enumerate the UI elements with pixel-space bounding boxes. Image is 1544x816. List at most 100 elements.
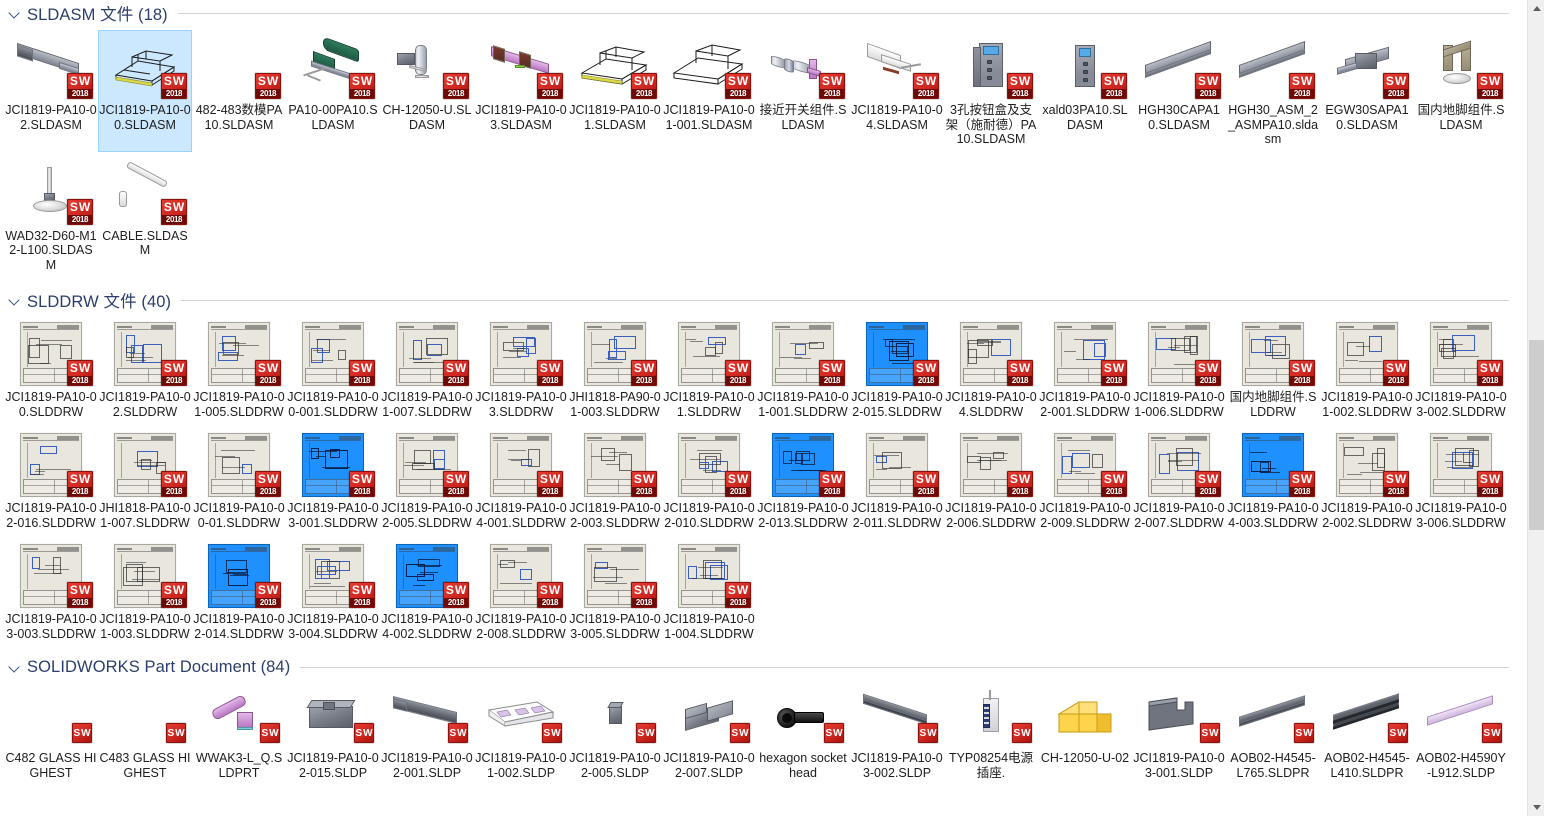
file-tile[interactable]: S W 2018 国内地脚组件.SLDASM (1414, 30, 1508, 152)
file-tile[interactable]: SW C483 GLASS HIGHEST (98, 684, 192, 785)
file-tile[interactable]: S W 2018 国内地脚组件.SLDDRW (1226, 317, 1320, 424)
file-tile[interactable]: S W 2018 CABLE.SLDASM (98, 156, 192, 278)
file-tile[interactable]: S W 2018 JCI1819-PA10-01-006.SLDDRW (1132, 317, 1226, 424)
file-tile[interactable]: S W 2018 JCI1819-PA10-02-009.SLDDRW (1038, 428, 1132, 535)
file-tile[interactable]: S W 2018 JCI1819-PA10-04-003.SLDDRW (1226, 428, 1320, 535)
solidworks-2018-badge-icon: S W 2018 (1101, 73, 1127, 99)
file-tile[interactable]: SW hexagon socket head (756, 684, 850, 785)
file-tile[interactable]: S W 2018 JCI1819-PA10-02-010.SLDDRW (662, 428, 756, 535)
thumbnail: S W 2018 (290, 320, 376, 388)
file-tile[interactable]: SW TYP08254电源插座. (944, 684, 1038, 785)
solidworks-2018-badge-icon: S W 2018 (631, 471, 657, 497)
file-tile[interactable]: CH-12050-U-02 (1038, 684, 1132, 785)
thumbnail: S W 2018 (290, 33, 376, 101)
file-tile[interactable]: S W 2018 JCI1819-PA10-01.SLDASM (568, 30, 662, 152)
chevron-down-icon[interactable] (8, 6, 22, 20)
file-tile[interactable]: S W 2018 JCI1819-PA10-02-016.SLDDRW (4, 428, 98, 535)
solidworks-2018-badge-icon: S W 2018 (1007, 471, 1033, 497)
file-tile[interactable]: S W 2018 HGH30_ASM_2_ASMPA10.sldasm (1226, 30, 1320, 152)
file-tile[interactable]: S W 2018 JCI1819-PA10-03-005.SLDDRW (568, 539, 662, 646)
file-tile[interactable]: S W 2018 482-483数模PA10.SLDASM (192, 30, 286, 152)
file-tile[interactable]: S W 2018 JCI1819-PA10-01-004.SLDDRW (662, 539, 756, 646)
scroll-up-arrow-icon[interactable] (1528, 0, 1544, 17)
file-tile[interactable]: S W 2018 JCI1819-PA10-04-001.SLDDRW (474, 428, 568, 535)
chevron-down-icon[interactable] (8, 660, 22, 674)
file-tile[interactable]: S W 2018 JCI1819-PA10-01-001.SLDASM (662, 30, 756, 152)
file-tile[interactable]: S W 2018 JCI1819-PA10-04.SLDASM (850, 30, 944, 152)
group-header-sldprt[interactable]: SOLIDWORKS Part Document (84) (0, 654, 1527, 680)
file-tile[interactable]: S W 2018 PA10-00PA10.SLDASM (286, 30, 380, 152)
file-tile[interactable]: S W 2018 JCI1819-PA10-01-001.SLDDRW (756, 317, 850, 424)
file-name: JCI1819-PA10-01.SLDDRW (663, 390, 755, 419)
thumbnail: S W 2018 (1136, 320, 1222, 388)
file-tile[interactable]: S W 2018 JCI1819-PA10-00-01.SLDDRW (192, 428, 286, 535)
scrollbar-thumb[interactable] (1529, 340, 1544, 530)
file-tile[interactable]: S W 2018 JCI1819-PA10-01-002.SLDDRW (1320, 317, 1414, 424)
file-tile[interactable]: S W 2018 JCI1819-PA10-02-002.SLDDRW (1320, 428, 1414, 535)
scroll-down-arrow-icon[interactable] (1528, 799, 1544, 816)
file-tile[interactable]: S W 2018 JCI1819-PA10-02.SLDDRW (98, 317, 192, 424)
file-tile[interactable]: SW AOB02-H4545-L765.SLDPR (1226, 684, 1320, 785)
file-tile[interactable]: SW JCI1819-PA10-03-002.SLDP (850, 684, 944, 785)
file-tile[interactable]: S W 2018 WAD32-D60-M12-L100.SLDASM (4, 156, 98, 278)
group-header-sldasm[interactable]: SLDASM 文件 (18) (0, 0, 1527, 26)
file-tile[interactable]: SW WWAK3-L_Q.SLDPRT (192, 684, 286, 785)
file-tile[interactable]: S W 2018 JCI1819-PA10-02-015.SLDDRW (850, 317, 944, 424)
thumbnail: S W 2018 (666, 431, 752, 499)
file-tile[interactable]: S W 2018 JCI1819-PA10-02-001.SLDDRW (1038, 317, 1132, 424)
vertical-scrollbar[interactable] (1527, 0, 1544, 816)
file-tile[interactable]: S W 2018 JCI1819-PA10-03-003.SLDDRW (4, 539, 98, 646)
file-name: PA10-00PA10.SLDASM (288, 103, 378, 132)
file-tile[interactable]: S W 2018 JCI1819-PA10-01-003.SLDDRW (98, 539, 192, 646)
file-tile[interactable]: S W 2018 JCI1819-PA10-02-005.SLDDRW (380, 428, 474, 535)
file-tile[interactable]: S W 2018 HGH30CAPA10.SLDASM (1132, 30, 1226, 152)
file-tile[interactable]: S W 2018 JCI1819-PA10-03.SLDDRW (474, 317, 568, 424)
file-tile[interactable]: S W 2018 JCI1819-PA10-04.SLDDRW (944, 317, 1038, 424)
file-tile[interactable]: S W 2018 JHI1818-PA10-01-007.SLDDRW (98, 428, 192, 535)
file-name: JCI1819-PA10-01-002.SLDP (475, 751, 567, 780)
chevron-down-icon[interactable] (8, 293, 22, 307)
file-tile[interactable]: S W 2018 JCI1819-PA10-02-013.SLDDRW (756, 428, 850, 535)
file-tile[interactable]: S W 2018 JCI1819-PA10-02-006.SLDDRW (944, 428, 1038, 535)
file-tile[interactable]: S W 2018 JCI1819-PA10-03.SLDASM (474, 30, 568, 152)
file-tile[interactable]: S W 2018 接近开关组件.SLDASM (756, 30, 850, 152)
file-tile[interactable]: S W 2018 JCI1819-PA10-01.SLDDRW (662, 317, 756, 424)
file-tile[interactable]: S W 2018 JCI1819-PA10-04-002.SLDDRW (380, 539, 474, 646)
file-tile[interactable]: SW AOB02-H4590Y-L912.SLDP (1414, 684, 1508, 785)
file-tile[interactable]: SW JCI1819-PA10-02-005.SLDP (568, 684, 662, 785)
file-tile[interactable]: S W 2018 JCI1819-PA10-02-014.SLDDRW (192, 539, 286, 646)
file-tile[interactable]: S W 2018 JCI1819-PA10-03-004.SLDDRW (286, 539, 380, 646)
file-tile[interactable]: SW JCI1819-PA10-03-001.SLDP (1132, 684, 1226, 785)
group-header-slddrw[interactable]: SLDDRW 文件 (40) (0, 287, 1527, 313)
file-tile[interactable]: S W 2018 JCI1819-PA10-00.SLDDRW (4, 317, 98, 424)
file-tile[interactable]: S W 2018 JCI1819-PA10-02-008.SLDDRW (474, 539, 568, 646)
solidworks-badge-icon: SW (448, 723, 468, 743)
file-tile[interactable]: SW C482 GLASS HIGHEST (4, 684, 98, 785)
file-tile[interactable]: S W 2018 JCI1819-PA10-03-002.SLDDRW (1414, 317, 1508, 424)
file-tile[interactable]: SW JCI1819-PA10-02-007.SLDP (662, 684, 756, 785)
solidworks-badge-icon: SW (730, 723, 750, 743)
file-tile[interactable]: S W 2018 JCI1819-PA10-02-007.SLDDRW (1132, 428, 1226, 535)
file-tile[interactable]: SW JCI1819-PA10-01-002.SLDP (474, 684, 568, 785)
file-tile[interactable]: S W 2018 JCI1819-PA10-00-001.SLDDRW (286, 317, 380, 424)
file-tile[interactable]: S W 2018 JCI1819-PA10-02-003.SLDDRW (568, 428, 662, 535)
file-tile[interactable]: S W 2018 JCI1819-PA10-01-005.SLDDRW (192, 317, 286, 424)
thumbnail: S W 2018 (948, 33, 1034, 101)
file-tile-selected[interactable]: S W 2018 JCI1819-PA10-00.SLDASM (98, 30, 192, 152)
file-tile[interactable]: S W 2018 JHI1818-PA90-01-003.SLDDRW (568, 317, 662, 424)
file-tile[interactable]: S W 2018 JCI1819-PA10-02-011.SLDDRW (850, 428, 944, 535)
file-name: xald03PA10.SLDASM (1042, 103, 1128, 132)
file-tile[interactable]: S W 2018 JCI1819-PA10-02.SLDASM (4, 30, 98, 152)
file-list-pane[interactable]: SLDASM 文件 (18) S W 2018 JCI1819-PA10-02.SL… (0, 0, 1527, 816)
file-tile[interactable]: S W 2018 JCI1819-PA10-03-006.SLDDRW (1414, 428, 1508, 535)
file-tile[interactable]: SW JCI1819-PA10-02-001.SLDP (380, 684, 474, 785)
file-tile[interactable]: S W 2018 JCI1819-PA10-01-007.SLDDRW (380, 317, 474, 424)
file-tile[interactable]: S W 2018 3孔按钮盒及支架（施耐德）PA10.SLDASM (944, 30, 1038, 152)
file-tile[interactable]: S W 2018 CH-12050-U.SLDASM (380, 30, 474, 152)
file-tile[interactable]: SW JCI1819-PA10-02-015.SLDP (286, 684, 380, 785)
file-name: JCI1819-PA10-04.SLDDRW (945, 390, 1037, 419)
file-tile[interactable]: S W 2018 JCI1819-PA10-03-001.SLDDRW (286, 428, 380, 535)
file-tile[interactable]: S W 2018 xald03PA10.SLDASM (1038, 30, 1132, 152)
file-tile[interactable]: SW AOB02-H4545-L410.SLDPR (1320, 684, 1414, 785)
file-tile[interactable]: S W 2018 EGW30SAPA10.SLDASM (1320, 30, 1414, 152)
